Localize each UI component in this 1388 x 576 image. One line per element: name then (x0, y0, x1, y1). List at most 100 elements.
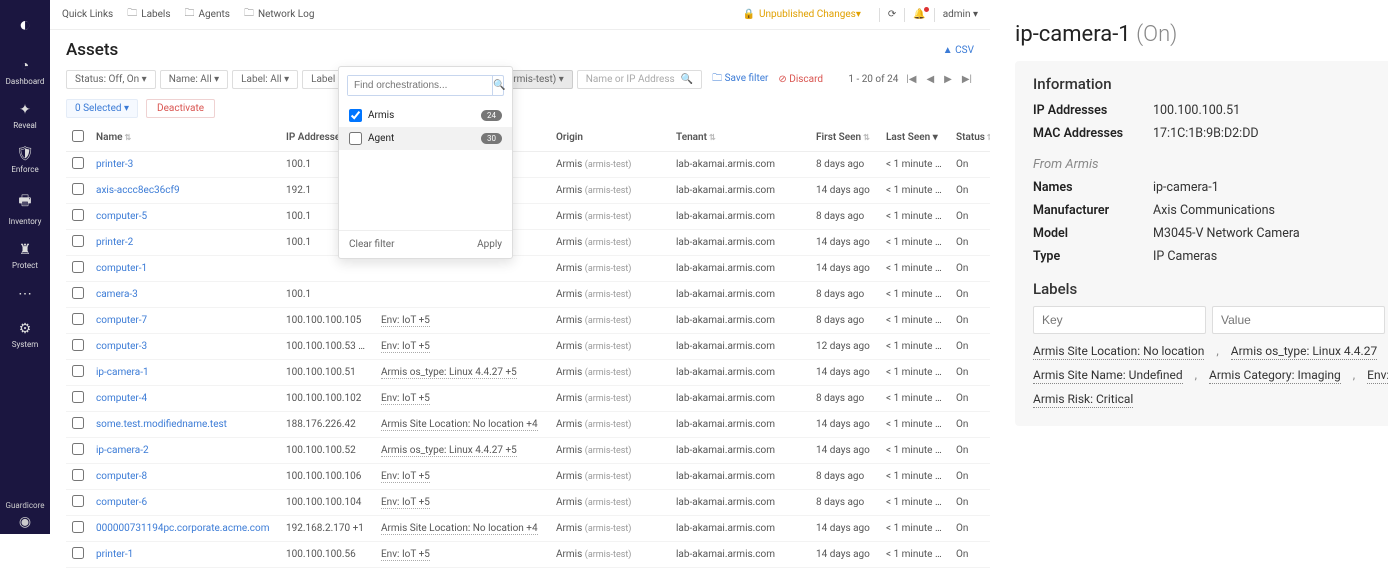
divider (879, 8, 880, 22)
label-chip[interactable]: Armis Site Location: No location (1033, 344, 1204, 360)
option-checkbox[interactable] (349, 132, 362, 145)
asset-link[interactable]: camera-3 (96, 289, 138, 300)
label-chip[interactable]: Armis os_type: Linux 4.4.27 (1231, 344, 1377, 360)
row-checkbox[interactable] (72, 443, 84, 455)
orchestration-option[interactable]: Agent30 (339, 127, 512, 150)
table-row[interactable]: printer-1100.100.100.56Env: IoT +5Armis … (66, 542, 990, 568)
sidebar-item-enforce[interactable]: 🛡Enforce (11, 146, 38, 174)
topbar-link-labels[interactable]: 🗀Labels (127, 6, 170, 23)
table-row[interactable]: computer-7100.100.100.105Env: IoT +5Armi… (66, 308, 990, 334)
sidebar-item-protect[interactable]: ♜Protect (12, 242, 38, 270)
table-row[interactable]: printer-3100.1Armis (armis-test)lab-akam… (66, 152, 990, 178)
pager-next[interactable]: ▶ (942, 74, 954, 85)
clear-filter-link[interactable]: Clear filter (349, 239, 395, 250)
col-tenant[interactable]: Tenant⇅ (670, 124, 810, 152)
col-status[interactable]: Status⇅ (950, 124, 990, 152)
label-chip[interactable]: Env: IoT (1367, 368, 1388, 384)
save-filter-link[interactable]: 🗀 Save filter (712, 71, 768, 88)
asset-link[interactable]: computer-3 (96, 341, 147, 352)
sidebar-item-system[interactable]: ⚙System (12, 321, 39, 349)
asset-link[interactable]: some.test.modifiedname.test (96, 419, 227, 430)
row-checkbox[interactable] (72, 495, 84, 507)
name-ip-search[interactable]: Name or IP Address🔍 (577, 70, 702, 89)
asset-link[interactable]: computer-1 (96, 263, 147, 274)
row-checkbox[interactable] (72, 469, 84, 481)
row-checkbox[interactable] (72, 209, 84, 221)
row-checkbox[interactable] (72, 183, 84, 195)
table-row[interactable]: ip-camera-1100.100.100.51Armis os_type: … (66, 360, 990, 386)
select-all-checkbox[interactable] (72, 130, 84, 142)
row-checkbox[interactable] (72, 339, 84, 351)
pager-last[interactable]: ▶| (960, 74, 974, 85)
selected-count[interactable]: 0 Selected ▾ (66, 99, 138, 118)
label-chip[interactable]: Armis Site Name: Undefined (1033, 368, 1183, 384)
label-value-input[interactable] (1212, 306, 1385, 334)
table-row[interactable]: axis-accc8ec36cf9192.1Armis (armis-test)… (66, 178, 990, 204)
sidebar-item-reveal[interactable]: ✦Reveal (13, 102, 36, 130)
asset-link[interactable]: computer-5 (96, 211, 147, 222)
topbar-link-agents[interactable]: 🗀Agents (185, 6, 230, 23)
row-checkbox[interactable] (72, 391, 84, 403)
admin-menu[interactable]: admin ▾ (943, 9, 978, 20)
col-origin[interactable]: Origin (550, 124, 670, 152)
asset-link[interactable]: computer-7 (96, 315, 147, 326)
table-row[interactable]: computer-3100.100.100.53 +1Env: IoT +5Ar… (66, 334, 990, 360)
filter-status[interactable]: Status: Off, On ▾ (66, 70, 156, 89)
orchestration-option[interactable]: Armis24 (339, 104, 512, 127)
table-row[interactable]: computer-5100.1Armis (armis-test)lab-aka… (66, 204, 990, 230)
table-row[interactable]: some.test.modifiedname.test188.176.226.4… (66, 412, 990, 438)
row-checkbox[interactable] (72, 417, 84, 429)
refresh-icon[interactable]: ⟳ (888, 9, 896, 20)
pager-first[interactable]: |◀ (904, 74, 918, 85)
cell-origin: Armis (armis-test) (550, 542, 670, 568)
export-csv-button[interactable]: ▲ CSV (943, 45, 974, 56)
deactivate-button[interactable]: Deactivate (146, 99, 215, 118)
row-checkbox[interactable] (72, 287, 84, 299)
asset-link[interactable]: 000000731194pc.corporate.acme.com (96, 523, 270, 534)
table-row[interactable]: printer-2100.1Armis (armis-test)lab-akam… (66, 230, 990, 256)
row-checkbox[interactable] (72, 235, 84, 247)
col-name[interactable]: Name⇅ (90, 124, 280, 152)
asset-link[interactable]: computer-8 (96, 471, 147, 482)
asset-link[interactable]: computer-6 (96, 497, 147, 508)
table-row[interactable]: computer-1Armis (armis-test)lab-akamai.a… (66, 256, 990, 282)
discard-filter-link[interactable]: ⊘ Discard (778, 74, 823, 85)
asset-link[interactable]: computer-4 (96, 393, 147, 404)
row-checkbox[interactable] (72, 521, 84, 533)
row-checkbox[interactable] (72, 547, 84, 559)
search-icon[interactable]: 🔍 (492, 76, 505, 95)
table-row[interactable]: 000000731194pc.corporate.acme.com192.168… (66, 516, 990, 542)
asset-link[interactable]: printer-1 (96, 549, 133, 560)
asset-link[interactable]: ip-camera-1 (96, 367, 149, 378)
row-checkbox[interactable] (72, 261, 84, 273)
label-chip[interactable]: Armis Risk: Critical (1033, 392, 1133, 408)
asset-link[interactable]: ip-camera-2 (96, 445, 149, 456)
col-last-seen[interactable]: Last Seen ▾ (880, 124, 950, 152)
col-first-seen[interactable]: First Seen⇅ (810, 124, 880, 152)
row-checkbox[interactable] (72, 313, 84, 325)
apply-filter-button[interactable]: Apply (477, 239, 502, 250)
unpublished-changes[interactable]: 🔒Unpublished Changes ▾ (743, 9, 861, 20)
filter-name[interactable]: Name: All ▾ (160, 70, 228, 89)
option-checkbox[interactable] (349, 109, 362, 122)
pager-prev[interactable]: ◀ (924, 74, 936, 85)
sidebar-item-inventory[interactable]: 🖶Inventory (9, 190, 42, 226)
table-row[interactable]: computer-4100.100.100.102Env: IoT +5Armi… (66, 386, 990, 412)
label-chip[interactable]: Armis Category: Imaging (1209, 368, 1341, 384)
label-key-input[interactable] (1033, 306, 1206, 334)
filter-label[interactable]: Label: All ▾ (232, 70, 298, 89)
topbar-link-network-log[interactable]: 🗀Network Log (244, 6, 315, 23)
notification-icon[interactable]: 🔔 (913, 9, 925, 20)
asset-link[interactable]: axis-accc8ec36cf9 (96, 185, 180, 196)
orchestration-search-input[interactable] (348, 76, 492, 95)
row-checkbox[interactable] (72, 365, 84, 377)
table-row[interactable]: ip-camera-2100.100.100.52Armis os_type: … (66, 438, 990, 464)
row-checkbox[interactable] (72, 157, 84, 169)
table-row[interactable]: camera-3100.1Armis (armis-test)lab-akama… (66, 282, 990, 308)
quick-links[interactable]: Quick Links (62, 9, 113, 20)
asset-link[interactable]: printer-2 (96, 237, 133, 248)
table-row[interactable]: computer-8100.100.100.106Env: IoT +5Armi… (66, 464, 990, 490)
sidebar-item-dashboard[interactable]: ◔Dashboard (6, 57, 45, 86)
table-row[interactable]: computer-6100.100.100.104Env: IoT +5Armi… (66, 490, 990, 516)
asset-link[interactable]: printer-3 (96, 159, 133, 170)
